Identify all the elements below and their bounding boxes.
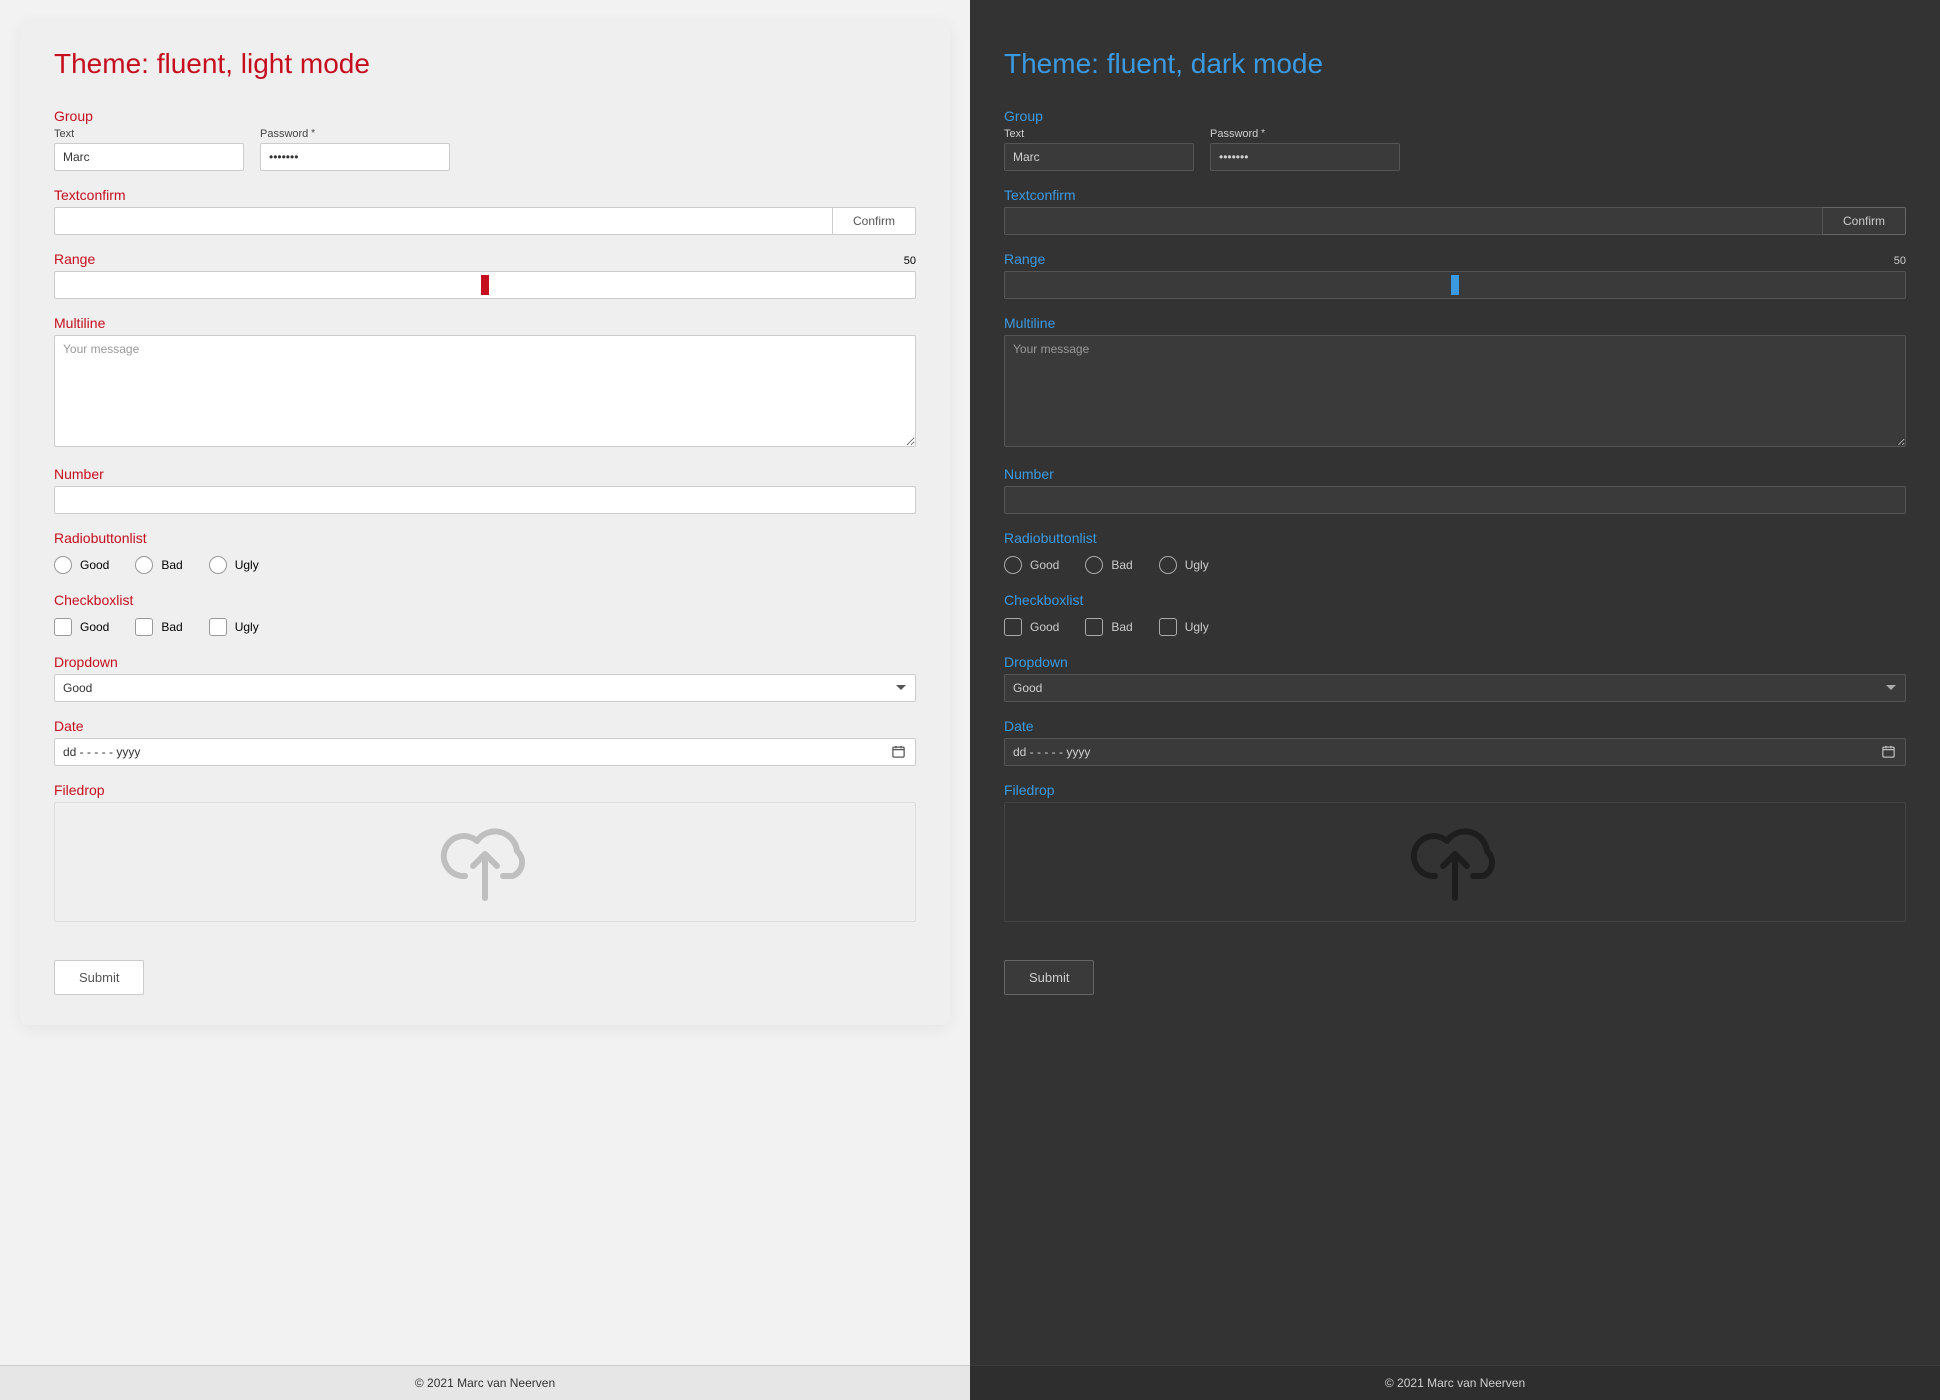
range-slider-d[interactable]: [1004, 271, 1906, 299]
checkboxlist-label: Checkboxlist: [54, 592, 916, 608]
check-bad-label: Bad: [161, 620, 182, 634]
radio-ugly-label: Ugly: [235, 558, 259, 572]
password-label-d: Password: [1210, 128, 1400, 140]
date-input-d[interactable]: [1004, 738, 1906, 766]
range-value: 50: [904, 255, 916, 267]
date-label: Date: [54, 718, 916, 734]
light-title: Theme: fluent, light mode: [54, 48, 916, 80]
radio-good-label-d: Good: [1030, 558, 1059, 572]
multiline-input-d[interactable]: [1004, 335, 1906, 447]
check-bad-d[interactable]: [1085, 618, 1103, 636]
radio-ugly-d[interactable]: [1159, 556, 1177, 574]
confirm-button-d[interactable]: Confirm: [1823, 207, 1906, 235]
number-input-d[interactable]: [1004, 486, 1906, 514]
range-label-d: Range: [1004, 251, 1906, 267]
textconfirm-input-d[interactable]: [1004, 207, 1823, 235]
group-label-d: Group: [1004, 108, 1906, 124]
submit-button-d[interactable]: Submit: [1004, 960, 1094, 995]
password-input[interactable]: [260, 143, 450, 171]
number-label: Number: [54, 466, 916, 482]
range-handle[interactable]: [481, 275, 489, 295]
check-ugly[interactable]: [209, 618, 227, 636]
text-input-d[interactable]: [1004, 143, 1194, 171]
check-good-label: Good: [80, 620, 109, 634]
dropdown-select-d[interactable]: Good: [1004, 674, 1906, 702]
textconfirm-input[interactable]: [54, 207, 833, 235]
radio-good[interactable]: [54, 556, 72, 574]
multiline-label: Multiline: [54, 315, 916, 331]
multiline-label-d: Multiline: [1004, 315, 1906, 331]
upload-cloud-icon-d: [1405, 816, 1505, 909]
radio-good-label: Good: [80, 558, 109, 572]
number-input[interactable]: [54, 486, 916, 514]
submit-button[interactable]: Submit: [54, 960, 144, 995]
radio-ugly[interactable]: [209, 556, 227, 574]
upload-cloud-icon: [435, 816, 535, 909]
check-good[interactable]: [54, 618, 72, 636]
filedrop-label: Filedrop: [54, 782, 916, 798]
check-ugly-label: Ugly: [235, 620, 259, 634]
dropdown-select[interactable]: Good: [54, 674, 916, 702]
date-label-d: Date: [1004, 718, 1906, 734]
radio-ugly-label-d: Ugly: [1185, 558, 1209, 572]
text-label-d: Text: [1004, 128, 1194, 140]
text-label: Text: [54, 128, 244, 140]
check-good-d[interactable]: [1004, 618, 1022, 636]
dropdown-label: Dropdown: [54, 654, 916, 670]
radio-bad-label-d: Bad: [1111, 558, 1132, 572]
radio-bad-label: Bad: [161, 558, 182, 572]
dropdown-label-d: Dropdown: [1004, 654, 1906, 670]
multiline-input[interactable]: [54, 335, 916, 447]
range-slider[interactable]: [54, 271, 916, 299]
group-label: Group: [54, 108, 916, 124]
range-handle-d[interactable]: [1451, 275, 1459, 295]
confirm-button[interactable]: Confirm: [833, 207, 916, 235]
radio-bad-d[interactable]: [1085, 556, 1103, 574]
number-label-d: Number: [1004, 466, 1906, 482]
text-input[interactable]: [54, 143, 244, 171]
footer-light: © 2021 Marc van Neerven: [0, 1365, 970, 1400]
radiolist-label: Radiobuttonlist: [54, 530, 916, 546]
radio-bad[interactable]: [135, 556, 153, 574]
checkboxlist-label-d: Checkboxlist: [1004, 592, 1906, 608]
textconfirm-label-d: Textconfirm: [1004, 187, 1906, 203]
dark-card: Theme: fluent, dark mode Group Text Pass…: [990, 20, 1920, 1025]
dark-title: Theme: fluent, dark mode: [1004, 48, 1906, 80]
radio-good-d[interactable]: [1004, 556, 1022, 574]
range-value-d: 50: [1894, 255, 1906, 267]
check-good-label-d: Good: [1030, 620, 1059, 634]
check-bad[interactable]: [135, 618, 153, 636]
footer-dark: © 2021 Marc van Neerven: [970, 1365, 1940, 1400]
date-input[interactable]: [54, 738, 916, 766]
radiolist-label-d: Radiobuttonlist: [1004, 530, 1906, 546]
password-input-d[interactable]: [1210, 143, 1400, 171]
check-bad-label-d: Bad: [1111, 620, 1132, 634]
password-label: Password: [260, 128, 450, 140]
range-label: Range: [54, 251, 916, 267]
filedrop-label-d: Filedrop: [1004, 782, 1906, 798]
filedrop-zone[interactable]: [54, 802, 916, 922]
textconfirm-label: Textconfirm: [54, 187, 916, 203]
filedrop-zone-d[interactable]: [1004, 802, 1906, 922]
check-ugly-label-d: Ugly: [1185, 620, 1209, 634]
check-ugly-d[interactable]: [1159, 618, 1177, 636]
light-card: Theme: fluent, light mode Group Text Pas…: [20, 20, 950, 1025]
